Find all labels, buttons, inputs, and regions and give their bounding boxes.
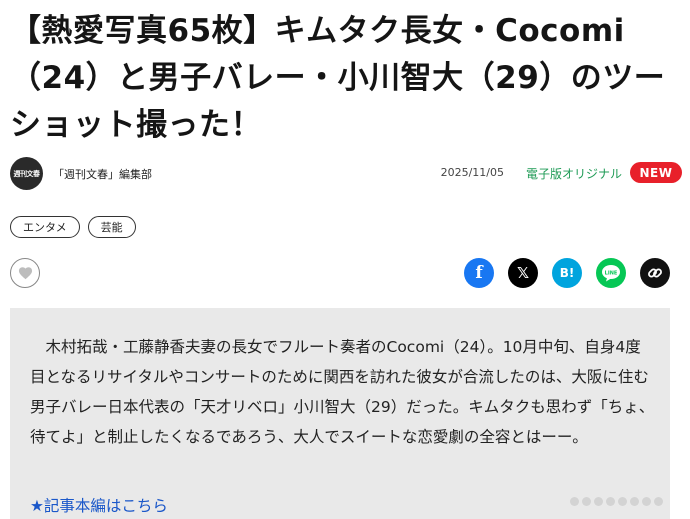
article-summary: 木村拓哉・工藤静香夫妻の長女でフルート奏者のCocomi（24）。10月中旬、自… bbox=[30, 338, 655, 446]
line-share-button[interactable]: LINE bbox=[596, 258, 626, 288]
line-icon: LINE bbox=[602, 265, 620, 282]
tag-geinou[interactable]: 芸能 bbox=[87, 216, 136, 238]
svg-text:LINE: LINE bbox=[605, 270, 618, 276]
tag-list: エンタメ 芸能 bbox=[10, 216, 136, 238]
article-meta: 週刊文春 「週刊文春」編集部 2025/11/05 電子版オリジナル NEW bbox=[10, 156, 682, 192]
watermark-dots bbox=[570, 492, 680, 510]
hatena-share-button[interactable]: B! bbox=[552, 258, 582, 288]
article-summary-box: 木村拓哉・工藤静香夫妻の長女でフルート奏者のCocomi（24）。10月中旬、自… bbox=[10, 308, 670, 519]
publisher-logo[interactable]: 週刊文春 bbox=[10, 157, 43, 190]
copy-link-button[interactable] bbox=[640, 258, 670, 288]
read-more-link[interactable]: ★記事本編はこちら bbox=[30, 494, 168, 516]
source-label: 電子版オリジナル bbox=[525, 167, 622, 181]
x-share-button[interactable]: 𝕏 bbox=[508, 258, 538, 288]
link-icon bbox=[648, 268, 662, 278]
hatena-icon: B! bbox=[559, 266, 575, 280]
new-badge: NEW bbox=[630, 162, 682, 183]
heart-icon bbox=[18, 267, 32, 280]
facebook-share-button[interactable]: f bbox=[464, 258, 494, 288]
like-button[interactable] bbox=[10, 258, 40, 288]
article-headline: 【熱愛写真65枚】キムタク長女・Cocomi（24）と男子バレー・小川智大（29… bbox=[10, 13, 666, 143]
x-icon: 𝕏 bbox=[516, 264, 530, 282]
share-buttons: f 𝕏 B! LINE bbox=[464, 258, 670, 288]
facebook-icon: f bbox=[475, 263, 483, 283]
publisher-name[interactable]: 「週刊文春」編集部 bbox=[53, 166, 152, 182]
tag-entame[interactable]: エンタメ bbox=[10, 216, 80, 238]
publish-date: 2025/11/05 bbox=[440, 166, 504, 179]
